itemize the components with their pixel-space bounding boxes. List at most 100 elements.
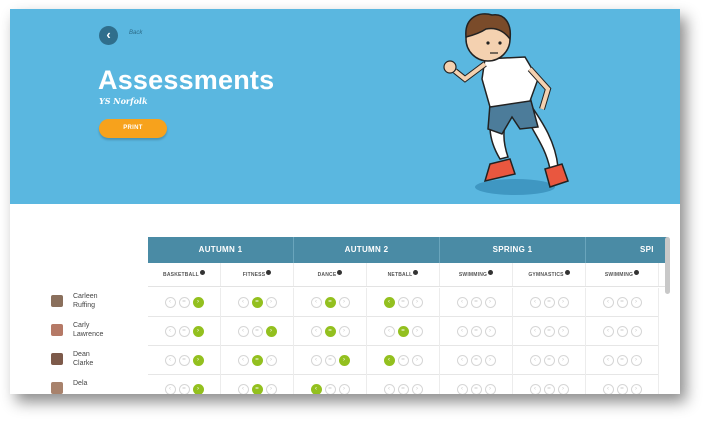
chevron-left-icon-button[interactable]: ‹	[456, 384, 468, 394]
back-button[interactable]: ‹	[99, 26, 118, 45]
equals-icon-button[interactable]: =	[543, 297, 555, 308]
print-button[interactable]: PRINT	[99, 119, 167, 138]
chevron-left-icon-button[interactable]: ‹	[529, 326, 541, 337]
chevron-left-icon-button[interactable]: ‹	[602, 297, 614, 308]
equals-icon-button[interactable]: =	[324, 384, 336, 394]
student-name[interactable]: Dela	[73, 379, 87, 388]
equals-icon-button[interactable]: =	[324, 297, 336, 308]
student-name[interactable]: Dean Clarke	[73, 350, 93, 368]
info-icon[interactable]	[199, 270, 205, 275]
grade-cell: ‹ = ›	[221, 317, 294, 346]
chevron-right-icon-button[interactable]: ›	[557, 384, 569, 394]
chevron-left-icon-button[interactable]: ‹	[237, 384, 249, 394]
equals-icon-button[interactable]: =	[251, 326, 263, 337]
chevron-left-icon-button[interactable]: ‹	[383, 297, 395, 308]
vertical-scrollbar[interactable]	[665, 237, 670, 294]
chevron-right-icon-button[interactable]: ›	[557, 355, 569, 366]
chevron-right-icon-button[interactable]: ›	[630, 384, 642, 394]
equals-icon-button[interactable]: =	[251, 384, 263, 394]
chevron-right-icon-button[interactable]: ›	[338, 297, 350, 308]
chevron-right-icon-button[interactable]: ›	[411, 326, 423, 337]
chevron-right-icon-button[interactable]: ›	[265, 384, 277, 394]
chevron-right-icon-button[interactable]: ›	[265, 355, 277, 366]
chevron-left-icon-button[interactable]: ‹	[602, 326, 614, 337]
chevron-left-icon-button[interactable]: ‹	[456, 297, 468, 308]
equals-icon-button[interactable]: =	[543, 384, 555, 394]
info-icon[interactable]	[488, 270, 494, 275]
back-label[interactable]: Back	[129, 30, 142, 36]
chevron-right-icon-button[interactable]: ›	[484, 297, 496, 308]
chevron-right-icon-button[interactable]: ›	[557, 297, 569, 308]
chevron-right-icon-button[interactable]: ›	[484, 355, 496, 366]
chevron-left-icon-button[interactable]: ‹	[237, 297, 249, 308]
equals-icon-button[interactable]: =	[616, 384, 628, 394]
chevron-right-icon-button[interactable]: ›	[411, 355, 423, 366]
equals-icon-button[interactable]: =	[543, 355, 555, 366]
chevron-right-icon-button[interactable]: ›	[557, 326, 569, 337]
chevron-left-icon-button[interactable]: ‹	[529, 384, 541, 394]
equals-icon-button[interactable]: =	[470, 384, 482, 394]
equals-icon-button[interactable]: =	[324, 326, 336, 337]
equals-icon-button[interactable]: =	[251, 355, 263, 366]
chevron-left-icon-button[interactable]: ‹	[310, 355, 322, 366]
chevron-left-icon-button[interactable]: ‹	[164, 384, 176, 394]
chevron-left-icon-button[interactable]: ‹	[383, 326, 395, 337]
chevron-right-icon-button[interactable]: ›	[192, 297, 204, 308]
chevron-left-icon-button[interactable]: ‹	[529, 297, 541, 308]
chevron-left-icon-button[interactable]: ‹	[529, 355, 541, 366]
chevron-right-icon-button[interactable]: ›	[484, 326, 496, 337]
equals-icon-button[interactable]: =	[178, 384, 190, 394]
chevron-left-icon-button[interactable]: ‹	[164, 297, 176, 308]
equals-icon-button[interactable]: =	[178, 326, 190, 337]
chevron-left-icon-button[interactable]: ‹	[310, 384, 322, 394]
chevron-left-icon-button[interactable]: ‹	[456, 355, 468, 366]
equals-icon-button[interactable]: =	[324, 355, 336, 366]
equals-icon-button[interactable]: =	[251, 297, 263, 308]
student-name[interactable]: Carly Lawrence	[73, 321, 103, 339]
chevron-right-icon-button[interactable]: ›	[630, 326, 642, 337]
chevron-right-icon-button[interactable]: ›	[338, 355, 350, 366]
chevron-left-icon-button[interactable]: ‹	[164, 355, 176, 366]
equals-icon-button[interactable]: =	[470, 297, 482, 308]
chevron-left-icon-button[interactable]: ‹	[383, 384, 395, 394]
equals-icon-button[interactable]: =	[397, 326, 409, 337]
info-icon[interactable]	[564, 270, 570, 275]
equals-icon-button[interactable]: =	[543, 326, 555, 337]
chevron-right-icon-button[interactable]: ›	[411, 297, 423, 308]
info-icon[interactable]	[266, 270, 272, 275]
chevron-left-icon-button[interactable]: ‹	[310, 297, 322, 308]
student-name[interactable]: Carleen Ruffing	[73, 292, 98, 310]
equals-icon-button[interactable]: =	[470, 326, 482, 337]
equals-icon-button[interactable]: =	[397, 384, 409, 394]
chevron-right-icon-button[interactable]: ›	[630, 297, 642, 308]
equals-icon-button[interactable]: =	[616, 297, 628, 308]
chevron-right-icon-button[interactable]: ›	[338, 326, 350, 337]
chevron-right-icon-button[interactable]: ›	[484, 384, 496, 394]
info-icon[interactable]	[337, 270, 343, 275]
chevron-left-icon-button[interactable]: ‹	[237, 355, 249, 366]
chevron-left-icon-button[interactable]: ‹	[237, 326, 249, 337]
equals-icon-button[interactable]: =	[470, 355, 482, 366]
equals-icon-button[interactable]: =	[616, 326, 628, 337]
chevron-right-icon-button[interactable]: ›	[265, 326, 277, 337]
chevron-right-icon-button[interactable]: ›	[192, 384, 204, 394]
equals-icon-button[interactable]: =	[397, 355, 409, 366]
chevron-right-icon-button[interactable]: ›	[265, 297, 277, 308]
chevron-left-icon-button[interactable]: ‹	[164, 326, 176, 337]
equals-icon-button[interactable]: =	[178, 355, 190, 366]
chevron-left-icon-button[interactable]: ‹	[456, 326, 468, 337]
chevron-left-icon-button[interactable]: ‹	[383, 355, 395, 366]
equals-icon-button[interactable]: =	[178, 297, 190, 308]
chevron-right-icon-button[interactable]: ›	[630, 355, 642, 366]
chevron-right-icon-button[interactable]: ›	[192, 326, 204, 337]
chevron-left-icon-button[interactable]: ‹	[310, 326, 322, 337]
info-icon[interactable]	[413, 270, 419, 275]
chevron-right-icon-button[interactable]: ›	[411, 384, 423, 394]
chevron-right-icon-button[interactable]: ›	[192, 355, 204, 366]
chevron-left-icon-button[interactable]: ‹	[602, 384, 614, 394]
chevron-right-icon-button[interactable]: ›	[338, 384, 350, 394]
equals-icon-button[interactable]: =	[616, 355, 628, 366]
equals-icon-button[interactable]: =	[397, 297, 409, 308]
info-icon[interactable]	[634, 270, 640, 275]
chevron-left-icon-button[interactable]: ‹	[602, 355, 614, 366]
